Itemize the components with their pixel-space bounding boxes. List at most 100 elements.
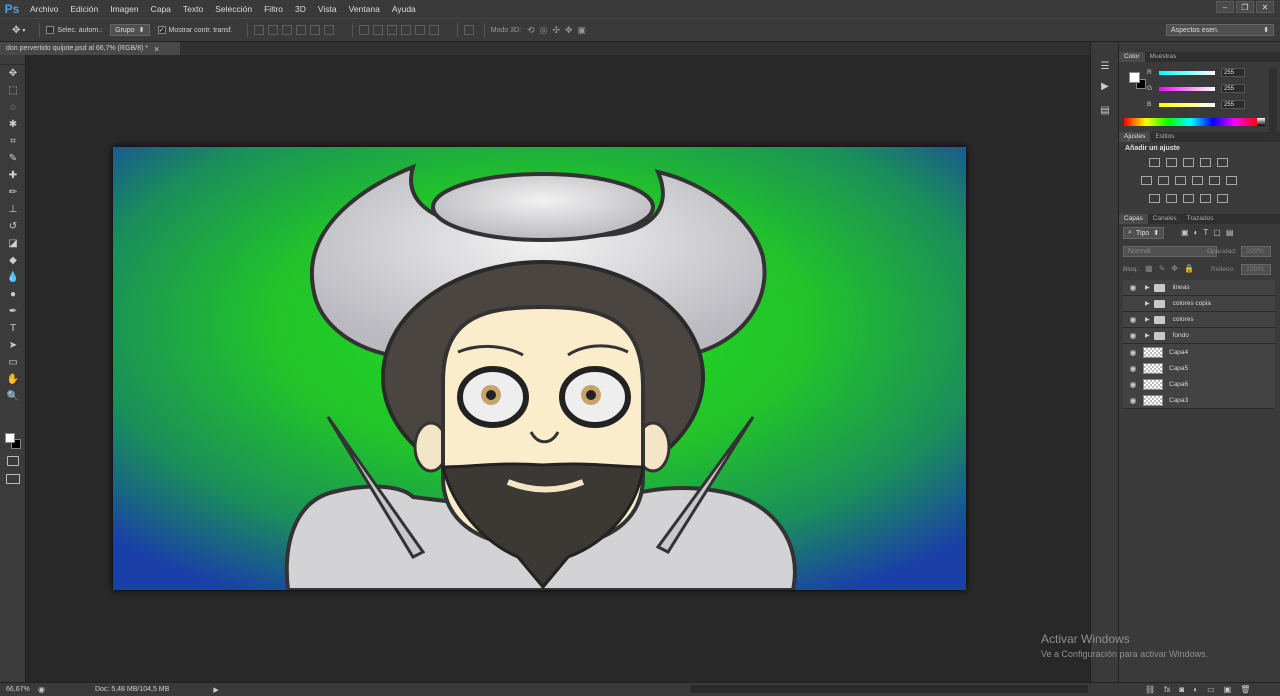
posterize-adjust-icon[interactable] (1166, 194, 1177, 203)
new-layer-icon[interactable]: ▣ (1224, 685, 1232, 694)
menu-imagen[interactable]: Imagen (104, 4, 144, 14)
new-adjustment-icon[interactable]: ◐ (1193, 685, 1198, 694)
marquee-icon[interactable]: ⬚ (0, 82, 26, 99)
menu-edicion[interactable]: Edición (64, 4, 104, 14)
properties-panel-icon[interactable]: ▤ (1091, 100, 1119, 120)
expand-arrow-icon[interactable]: ▶ (1145, 332, 1150, 339)
fill-input[interactable]: 100% (1241, 264, 1271, 275)
move-icon[interactable]: ✥ (0, 65, 26, 82)
menu-archivo[interactable]: Archivo (24, 4, 64, 14)
photo-filter-adjust-icon[interactable] (1209, 176, 1220, 185)
tab-color[interactable]: Color (1119, 52, 1145, 62)
curves-adjust-icon[interactable] (1183, 158, 1194, 167)
panel-color-swatches[interactable] (1129, 72, 1147, 90)
panel-foreground-swatch[interactable] (1129, 72, 1140, 83)
channel-mixer-adjust-icon[interactable] (1226, 176, 1237, 185)
filter-pixel-icon[interactable]: ▣ (1181, 228, 1189, 237)
menu-filtro[interactable]: Filtro (258, 4, 289, 14)
pan-3d-icon[interactable]: ✣ (552, 25, 560, 36)
color-balance-adjust-icon[interactable] (1175, 176, 1186, 185)
filter-shape-icon[interactable]: ▢ (1213, 228, 1221, 237)
black-white-ramp[interactable] (1257, 118, 1265, 126)
opacity-input[interactable]: 100% (1241, 246, 1271, 257)
orbit-3d-icon[interactable]: ⟲ (527, 25, 535, 36)
document-tab[interactable]: don pervertido quijote.psd al 66,7% (RGB… (0, 42, 180, 55)
fx-icon[interactable]: fx (1164, 685, 1170, 694)
tool-preset-picker[interactable]: ✥ ▾ (12, 25, 25, 36)
minimize-button[interactable]: – (1216, 1, 1234, 13)
tab-adjustments[interactable]: Ajustes (1119, 132, 1151, 142)
menu-3d[interactable]: 3D (289, 4, 312, 14)
align-left-icon[interactable] (295, 25, 306, 35)
menu-texto[interactable]: Texto (177, 4, 209, 14)
align-vcenter-icon[interactable] (267, 25, 278, 35)
distribute-bottom-icon[interactable] (386, 25, 397, 35)
align-right-icon[interactable] (323, 25, 334, 35)
vibrance-adjust-icon[interactable] (1141, 176, 1152, 185)
show-transform-checkbox[interactable]: ✓ (157, 26, 166, 34)
levels-adjust-icon[interactable] (1166, 158, 1177, 167)
quick-select-icon[interactable]: ✱ (0, 116, 26, 133)
quick-mask-icon[interactable] (7, 456, 19, 466)
healing-brush-icon[interactable]: ✚ (0, 167, 26, 184)
expand-arrow-icon[interactable]: ▶ (1145, 300, 1150, 307)
dodge-icon[interactable]: ● (0, 286, 26, 303)
lock-all-icon[interactable]: 🔒 (1184, 264, 1194, 273)
layer-row[interactable]: ▶ colores copia (1123, 296, 1275, 312)
invert-adjust-icon[interactable] (1149, 194, 1160, 203)
eraser-icon[interactable]: ◪ (0, 235, 26, 252)
tab-swatches[interactable]: Muestras (1145, 52, 1182, 62)
layer-filter-dropdown[interactable]: ⌕ Tipo ⬍ (1123, 227, 1165, 239)
crop-icon[interactable]: ⌗ (0, 133, 26, 150)
align-hcenter-icon[interactable] (309, 25, 320, 35)
zoom-level[interactable]: 66,67% (6, 686, 34, 693)
tab-styles[interactable]: Estilos (1150, 132, 1179, 142)
auto-align-icon[interactable] (463, 25, 474, 35)
layer-row[interactable]: ◉ Capa5 (1123, 360, 1275, 377)
layer-row[interactable]: ◉ Capa6 (1123, 376, 1275, 393)
restore-button[interactable]: ❐ (1236, 1, 1254, 13)
paint-bucket-icon[interactable]: ◆ (0, 252, 26, 269)
filter-adjustment-icon[interactable]: ◐ (1194, 228, 1199, 237)
align-top-icon[interactable] (253, 25, 264, 35)
status-scrollbar[interactable] (690, 685, 1088, 693)
color-spectrum-bar[interactable] (1124, 118, 1257, 126)
menu-seleccion[interactable]: Selección (209, 4, 258, 14)
expand-arrow-icon[interactable]: ▶ (1145, 316, 1150, 323)
filter-type-icon[interactable]: T (1203, 228, 1208, 237)
blue-value[interactable]: 255 (1221, 100, 1245, 109)
expand-arrow-icon[interactable]: ▶ (1145, 284, 1150, 291)
menu-ayuda[interactable]: Ayuda (386, 4, 422, 14)
actions-panel-icon[interactable]: ▶ (1091, 76, 1119, 96)
hand-icon[interactable]: ✋ (0, 371, 26, 388)
distribute-top-icon[interactable] (358, 25, 369, 35)
eye-icon[interactable]: ◉ (1123, 380, 1143, 389)
auto-select-option[interactable]: Selec. autom.: (46, 26, 102, 34)
workspace-dropdown[interactable]: Aspectos esen. ⬍ (1166, 24, 1274, 36)
eye-icon[interactable]: ◉ (1123, 348, 1143, 357)
scale-3d-icon[interactable]: ▣ (578, 25, 587, 36)
panel-scrollbar[interactable] (1269, 68, 1277, 138)
tab-layers[interactable]: Capas (1119, 214, 1148, 224)
foreground-color-swatch[interactable] (5, 433, 15, 443)
blend-mode-dropdown[interactable]: Normal (1123, 246, 1217, 257)
lasso-icon[interactable]: ◌ (0, 99, 26, 116)
gradient-map-adjust-icon[interactable] (1217, 158, 1228, 167)
blue-slider[interactable] (1159, 102, 1215, 107)
green-value[interactable]: 255 (1221, 84, 1245, 93)
rectangle-shape-icon[interactable]: ▭ (0, 354, 26, 371)
selective-color-adjust-icon[interactable] (1200, 194, 1211, 203)
distribute-vcenter-icon[interactable] (372, 25, 383, 35)
gradient-adjust-icon[interactable] (1217, 194, 1228, 203)
menu-ventana[interactable]: Ventana (343, 4, 386, 14)
distribute-left-icon[interactable] (400, 25, 411, 35)
threshold-adjust-icon[interactable] (1183, 194, 1194, 203)
eye-icon[interactable]: ◉ (1123, 364, 1143, 373)
lock-position-icon[interactable]: ✥ (1171, 264, 1178, 273)
show-transform-option[interactable]: ✓ Mostrar contr. transf. (157, 26, 233, 34)
align-bottom-icon[interactable] (281, 25, 292, 35)
red-slider[interactable] (1159, 70, 1215, 75)
layer-row[interactable]: ◉ ▶ lineas (1123, 280, 1275, 296)
history-panel-icon[interactable]: ☰ (1091, 56, 1119, 76)
exposure-adjust-icon[interactable] (1200, 158, 1211, 167)
